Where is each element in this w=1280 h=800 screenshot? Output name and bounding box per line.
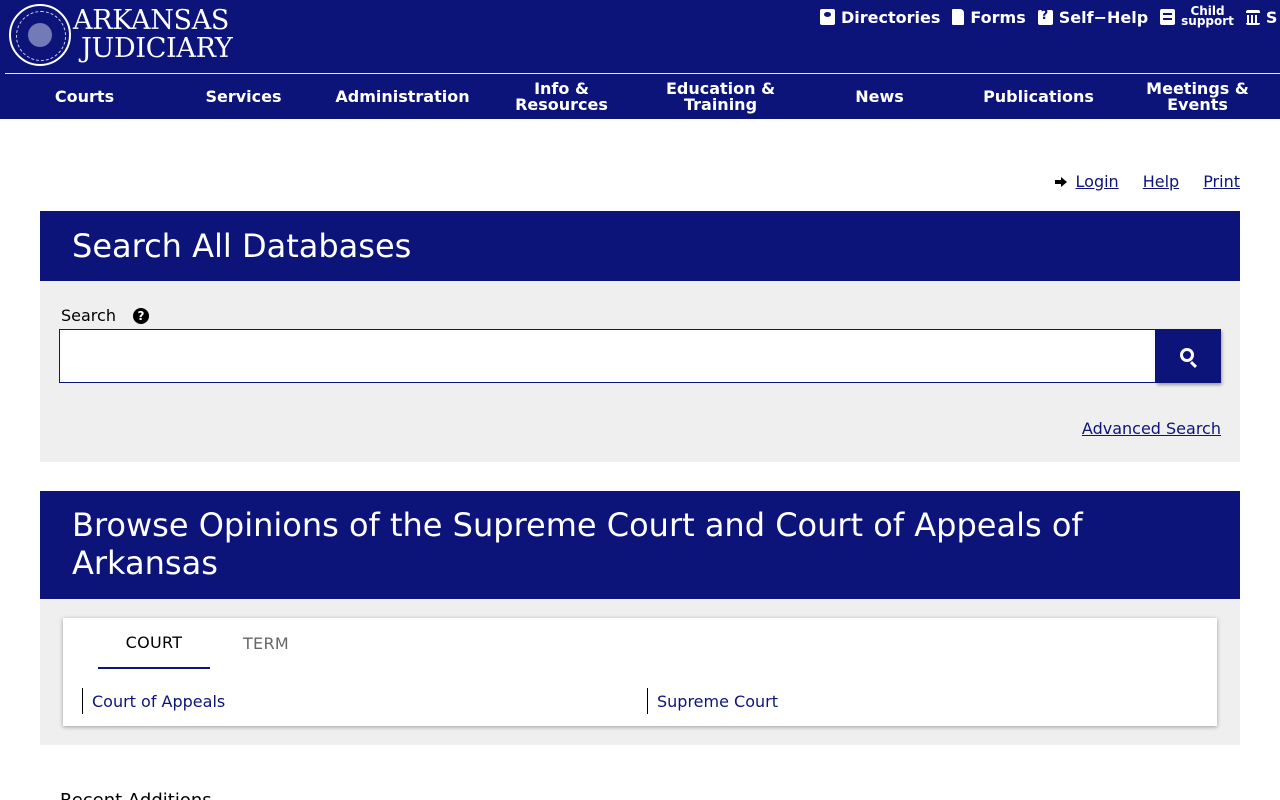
nav-news[interactable]: News xyxy=(800,74,959,119)
brand-logo-link[interactable]: ARKANSAS JUDICIARY xyxy=(9,4,233,66)
tab-term[interactable]: TERM xyxy=(210,618,322,669)
main-nav: Courts Services Administration Info & Res… xyxy=(5,74,1280,119)
search-label-row: Search ? xyxy=(61,306,149,325)
advanced-search-link[interactable]: Advanced Search xyxy=(1082,419,1221,438)
search-label: Search xyxy=(61,306,116,325)
brand-line-2: JUDICIARY xyxy=(81,33,233,64)
search-input[interactable] xyxy=(59,329,1156,383)
search-button[interactable] xyxy=(1156,329,1221,383)
nav-edu-line-2: Training xyxy=(683,94,758,114)
search-panel-title: Search All Databases xyxy=(40,211,1240,281)
site-header: ARKANSAS JUDICIARY Directories Forms Sel… xyxy=(0,0,1280,119)
self-help-link[interactable]: Self−Help xyxy=(1037,7,1149,27)
sign-in-icon xyxy=(1054,176,1069,188)
print-link[interactable]: Print xyxy=(1203,172,1240,191)
directories-link[interactable]: Directories xyxy=(820,8,940,27)
child-support-icon xyxy=(1160,9,1176,25)
recent-additions-heading: Recent Additions xyxy=(60,790,212,800)
nav-education-training[interactable]: Education & Training xyxy=(641,74,800,119)
self-help-label: Self−Help xyxy=(1058,7,1149,27)
courthouse-icon xyxy=(1245,9,1260,25)
nav-meet-line-2: Events xyxy=(1167,94,1228,114)
browse-card: COURT TERM Court of Appeals Supreme Cour… xyxy=(63,618,1217,726)
login-link[interactable]: Login xyxy=(1076,172,1119,191)
court-list: Court of Appeals Supreme Court xyxy=(82,688,1212,714)
forms-link[interactable]: Forms xyxy=(952,7,1026,27)
browse-panel-title: Browse Opinions of the Supreme Court and… xyxy=(40,491,1240,599)
directories-label: Directories xyxy=(841,7,941,27)
nav-info-resources[interactable]: Info & Resources xyxy=(482,74,641,119)
nav-meetings-events[interactable]: Meetings & Events xyxy=(1118,74,1277,119)
help-link[interactable]: Help xyxy=(1143,172,1179,191)
question-circle-icon[interactable]: ? xyxy=(132,307,149,324)
browse-panel: COURT TERM Court of Appeals Supreme Cour… xyxy=(40,599,1240,745)
courthouse-label: S xyxy=(1265,7,1278,27)
page-tools: Login Help Print xyxy=(1054,172,1240,191)
nav-publications[interactable]: Publications xyxy=(959,74,1118,119)
brand-wordmark: ARKANSAS JUDICIARY xyxy=(73,5,233,64)
search-panel: Search ? Advanced Search xyxy=(40,281,1240,462)
child-support-link[interactable]: Child support xyxy=(1160,5,1234,28)
child-support-line-2: support xyxy=(1181,14,1234,28)
address-book-icon xyxy=(820,9,835,25)
utility-links: Directories Forms Self−Help Child suppor… xyxy=(820,5,1280,29)
nav-info-line-2: Resources xyxy=(515,94,608,114)
child-support-label: Child support xyxy=(1181,5,1234,28)
nav-administration[interactable]: Administration xyxy=(323,74,482,119)
supreme-court-link[interactable]: Supreme Court xyxy=(647,688,1212,714)
document-icon xyxy=(952,9,965,25)
nav-services[interactable]: Services xyxy=(164,74,323,119)
nav-courts[interactable]: Courts xyxy=(5,74,164,119)
court-of-appeals-link[interactable]: Court of Appeals xyxy=(82,688,647,714)
question-square-icon xyxy=(1037,8,1053,25)
courthouse-link[interactable]: S xyxy=(1245,7,1278,27)
brand-line-1: ARKANSAS xyxy=(73,5,230,36)
forms-label: Forms xyxy=(970,7,1026,27)
supreme-court-seal-icon xyxy=(9,4,71,66)
tab-court[interactable]: COURT xyxy=(98,618,210,669)
search-icon xyxy=(1180,347,1194,362)
browse-tabs: COURT TERM xyxy=(98,618,322,670)
